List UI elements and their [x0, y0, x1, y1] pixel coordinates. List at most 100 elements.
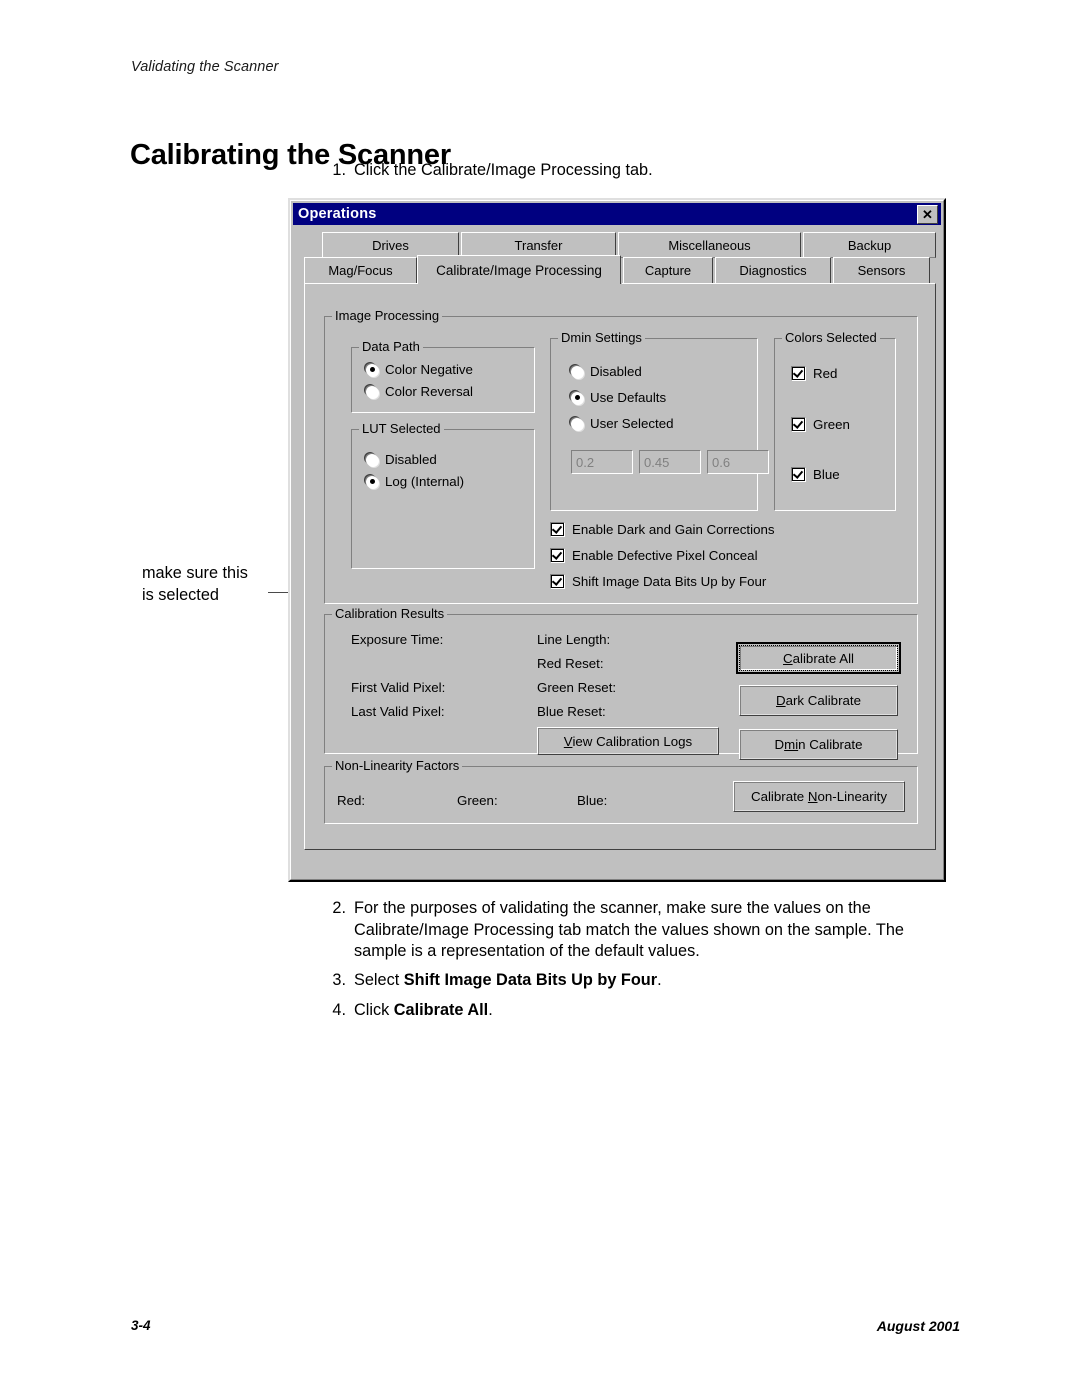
- checkbox-enable-defective-pixel-conceal-label: Enable Defective Pixel Conceal: [572, 548, 758, 563]
- label-nonlinearity-blue: Blue:: [577, 793, 608, 808]
- tab-sensors[interactable]: Sensors: [833, 257, 930, 283]
- checkmark-icon: [791, 467, 806, 482]
- step-4: 4. Click Calibrate All.: [322, 1000, 922, 1022]
- calibrate-nl-rest: on-Linearity: [817, 789, 887, 804]
- dmin-value-2-input[interactable]: 0.45: [639, 450, 701, 474]
- checkbox-color-green[interactable]: Green: [791, 417, 850, 432]
- calibrate-non-linearity-button[interactable]: Calibrate Non-Linearity: [733, 781, 905, 812]
- close-icon[interactable]: ✕: [917, 204, 938, 224]
- label-blue-reset: Blue Reset:: [537, 704, 606, 719]
- radio-dmin-use-defaults-label: Use Defaults: [590, 390, 667, 405]
- group-dmin-settings-label: Dmin Settings: [558, 330, 645, 345]
- radio-lut-log-internal-label: Log (Internal): [385, 474, 465, 489]
- running-head: Validating the Scanner: [131, 59, 279, 75]
- callout-line-1: make sure this: [142, 564, 248, 582]
- group-lut-selected: LUT Selected Disabled Log (Internal): [351, 421, 535, 569]
- radio-color-reversal[interactable]: Color Reversal: [366, 384, 473, 399]
- radio-indicator-icon: [366, 363, 378, 376]
- checkbox-shift-image-data-bits-up-by-four[interactable]: Shift Image Data Bits Up by Four: [550, 574, 766, 589]
- checkbox-color-blue[interactable]: Blue: [791, 467, 840, 482]
- step-4-pre: Click: [354, 1001, 394, 1019]
- dmin-value-3-input[interactable]: 0.6: [707, 450, 769, 474]
- radio-indicator-icon: [571, 365, 583, 378]
- tab-calibrate-image-processing[interactable]: Calibrate/Image Processing: [417, 255, 621, 284]
- step-4-number: 4.: [332, 1001, 346, 1019]
- checkbox-enable-defective-pixel-conceal[interactable]: Enable Defective Pixel Conceal: [550, 548, 758, 563]
- tab-strip: Drives Transfer Miscellaneous Backup Mag…: [304, 232, 936, 284]
- tab-miscellaneous[interactable]: Miscellaneous: [618, 232, 801, 258]
- dmin-calibrate-accel: mi: [784, 737, 799, 752]
- step-3-pre: Select: [354, 971, 404, 989]
- dark-calibrate-rest: ark Calibrate: [785, 693, 861, 708]
- checkmark-icon: [550, 522, 565, 537]
- label-green-reset: Green Reset:: [537, 680, 617, 695]
- step-3-number: 3.: [332, 971, 346, 989]
- dialog-title: Operations: [298, 206, 377, 222]
- checkmark-icon: [791, 417, 806, 432]
- step-4-bold: Calibrate All: [393, 1001, 489, 1019]
- dark-calibrate-button[interactable]: Dark Calibrate: [739, 685, 898, 716]
- label-first-valid-pixel: First Valid Pixel:: [351, 680, 446, 695]
- tab-mag-focus[interactable]: Mag/Focus: [304, 257, 417, 283]
- group-image-processing: Image Processing Data Path Color Negativ…: [324, 308, 918, 604]
- step-1-text: Click the Calibrate/Image Processing tab…: [354, 161, 653, 179]
- radio-color-negative[interactable]: Color Negative: [366, 362, 473, 377]
- radio-dmin-user-selected[interactable]: User Selected: [571, 416, 674, 431]
- dmin-value-1-input[interactable]: 0.2: [571, 450, 633, 474]
- calibrate-nl-accel: N: [807, 789, 818, 804]
- radio-lut-log-internal[interactable]: Log (Internal): [366, 474, 464, 489]
- calibrate-all-rest: alibrate All: [792, 650, 854, 666]
- step-2-number: 2.: [332, 899, 346, 917]
- radio-color-reversal-label: Color Reversal: [385, 384, 473, 399]
- dialog-titlebar[interactable]: Operations ✕: [293, 203, 941, 225]
- group-data-path-label: Data Path: [359, 339, 423, 354]
- radio-indicator-icon: [366, 385, 378, 398]
- step-2: 2. For the purposes of validating the sc…: [322, 898, 922, 963]
- view-calibration-logs-button[interactable]: View Calibration Logs: [537, 727, 719, 755]
- checkmark-icon: [791, 366, 806, 381]
- checkbox-color-blue-label: Blue: [813, 467, 840, 482]
- group-colors-selected-label: Colors Selected: [782, 330, 880, 345]
- footer-date: August 2001: [876, 1318, 960, 1334]
- radio-dmin-disabled[interactable]: Disabled: [571, 364, 642, 379]
- group-non-linearity-factors: Non-Linearity Factors Red: Green: Blue: …: [324, 758, 918, 824]
- step-2-text: For the purposes of validating the scann…: [354, 899, 904, 960]
- checkbox-color-red-label: Red: [813, 366, 838, 381]
- operations-dialog: Operations ✕ Drives Transfer Miscellaneo…: [288, 198, 946, 882]
- label-exposure-time: Exposure Time:: [351, 632, 444, 647]
- step-3: 3. Select Shift Image Data Bits Up by Fo…: [322, 970, 922, 992]
- group-calibration-results-label: Calibration Results: [332, 606, 448, 621]
- dmin-calibrate-button[interactable]: Dmin Calibrate: [739, 729, 898, 760]
- group-dmin-settings: Dmin Settings Disabled Use Defaults User…: [550, 330, 769, 511]
- label-line-length: Line Length:: [537, 632, 611, 647]
- footer-page-number: 3-4: [131, 1318, 151, 1333]
- calibrate-all-focus-ring: Calibrate All: [739, 645, 898, 671]
- label-nonlinearity-red: Red:: [337, 793, 366, 808]
- step-4-text: Click Calibrate All.: [354, 1000, 922, 1022]
- step-3-post: .: [657, 971, 662, 989]
- label-last-valid-pixel: Last Valid Pixel:: [351, 704, 445, 719]
- group-data-path: Data Path Color Negative Color Reversal: [351, 339, 535, 413]
- tab-panel-calibrate-image-processing: Image Processing Data Path Color Negativ…: [304, 282, 936, 850]
- radio-color-negative-label: Color Negative: [385, 362, 473, 377]
- tab-capture[interactable]: Capture: [623, 257, 713, 283]
- checkbox-color-red[interactable]: Red: [791, 366, 837, 381]
- radio-dmin-disabled-label: Disabled: [590, 364, 642, 379]
- dmin-calibrate-rest: n Calibrate: [798, 737, 863, 752]
- step-1-number: 1.: [332, 161, 346, 179]
- calibrate-all-accel: C: [783, 650, 793, 666]
- dark-calibrate-accel: D: [776, 693, 786, 708]
- radio-dmin-use-defaults[interactable]: Use Defaults: [571, 390, 666, 405]
- checkbox-enable-dark-and-gain-corrections-label: Enable Dark and Gain Corrections: [572, 522, 775, 537]
- tab-diagnostics[interactable]: Diagnostics: [715, 257, 831, 283]
- checkbox-color-green-label: Green: [813, 417, 850, 432]
- callout-line-2: is selected: [142, 586, 219, 604]
- tab-backup[interactable]: Backup: [803, 232, 936, 258]
- calibrate-nl-pre: Calibrate: [750, 789, 808, 804]
- group-non-linearity-factors-label: Non-Linearity Factors: [332, 758, 463, 773]
- calibrate-all-button[interactable]: Calibrate All: [736, 642, 901, 674]
- radio-lut-disabled[interactable]: Disabled: [366, 452, 437, 467]
- checkbox-enable-dark-and-gain-corrections[interactable]: Enable Dark and Gain Corrections: [550, 522, 775, 537]
- step-4-post: .: [488, 1001, 493, 1019]
- step-1: 1. Click the Calibrate/Image Processing …: [322, 160, 922, 182]
